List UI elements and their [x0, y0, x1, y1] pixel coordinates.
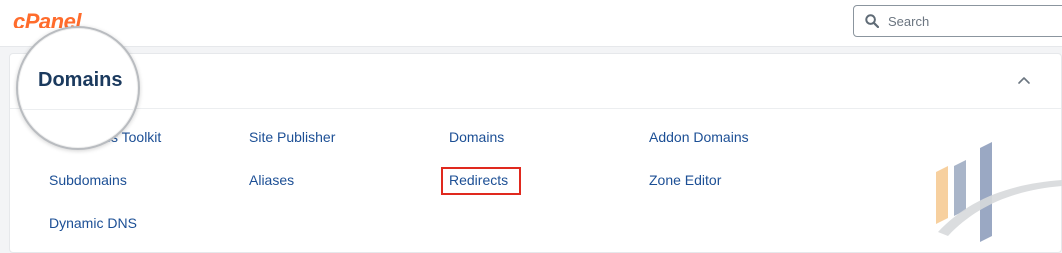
- search-box[interactable]: [853, 5, 1062, 37]
- watermark-logo: [936, 142, 1062, 242]
- cpanel-logo[interactable]: cPanel: [13, 4, 108, 28]
- link-redirects[interactable]: Redirects: [449, 171, 508, 189]
- magnifier-divider: [18, 109, 138, 110]
- link-addon-domains[interactable]: Addon Domains: [649, 128, 749, 146]
- link-domains[interactable]: Domains: [449, 128, 504, 146]
- link-subdomains[interactable]: Subdomains: [49, 171, 127, 189]
- top-bar: cPanel: [0, 0, 1062, 47]
- chevron-up-icon[interactable]: [1016, 72, 1032, 88]
- panel-header[interactable]: [10, 54, 1061, 109]
- link-dynamic-dns[interactable]: Dynamic DNS: [49, 214, 137, 232]
- link-zone-editor[interactable]: Zone Editor: [649, 171, 721, 189]
- link-site-publisher[interactable]: Site Publisher: [249, 128, 335, 146]
- search-icon: [865, 14, 879, 28]
- domains-panel: [9, 53, 1062, 253]
- magnifier-callout: Domains: [16, 26, 140, 150]
- link-aliases[interactable]: Aliases: [249, 171, 294, 189]
- search-input[interactable]: [888, 6, 1058, 36]
- panel-title: Domains: [38, 69, 123, 91]
